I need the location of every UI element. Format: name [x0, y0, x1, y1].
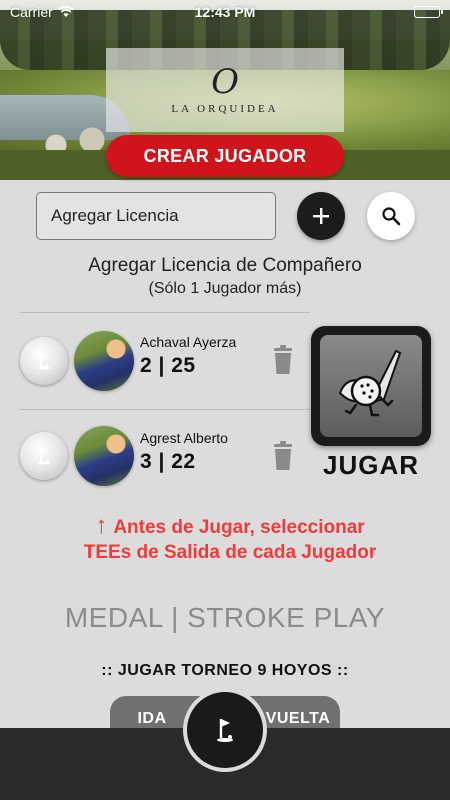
- play-button-face: [320, 335, 422, 437]
- search-button[interactable]: [367, 192, 415, 240]
- avatar: [74, 426, 134, 486]
- warning-line-1-text: Antes de Jugar, seleccionar: [113, 517, 365, 538]
- player-row: Achaval Ayerza 2 | 25: [20, 313, 310, 409]
- search-icon: [382, 207, 401, 226]
- club-logo: O LA ORQUIDEA: [106, 48, 344, 132]
- player-row: Agrest Alberto 3 | 22: [20, 410, 310, 506]
- ida-button-label: IDA: [137, 710, 167, 727]
- flag-icon: [38, 353, 50, 370]
- warning-line-1: ↑ Antes de Jugar, seleccionar: [30, 513, 430, 540]
- player-handicap: 3 | 22: [140, 450, 196, 473]
- plus-icon: [313, 208, 329, 224]
- play-label: JUGAR: [322, 450, 419, 480]
- status-time: 12:43 PM: [194, 4, 256, 20]
- warning-line-2: TEEs de Salida de cada Jugador: [83, 542, 377, 563]
- create-player-button[interactable]: CREAR JUGADOR: [106, 135, 344, 177]
- tee-warning: ↑ Antes de Jugar, seleccionar TEEs de Sal…: [30, 513, 430, 565]
- home-tab-button[interactable]: [187, 692, 263, 768]
- tee-selector[interactable]: [20, 432, 68, 480]
- status-bar: Carrier 12:43 PM: [0, 0, 450, 24]
- game-mode[interactable]: MEDAL | STROKE PLAY: [0, 602, 450, 634]
- add-partner-subtitle: (Sólo 1 Jugador más): [148, 280, 302, 297]
- arrow-up-icon: ↑: [95, 512, 108, 539]
- tee-selector[interactable]: [20, 337, 68, 385]
- vuelta-button-label: VUELTA: [265, 710, 331, 727]
- player-name: Agrest Alberto: [140, 430, 228, 446]
- player-name: Achaval Ayerza: [140, 334, 237, 350]
- avatar: [74, 331, 134, 391]
- tournament-title: :: JUGAR TORNEO 9 HOYOS ::: [101, 662, 349, 679]
- flag-icon: [38, 448, 50, 465]
- play-button[interactable]: [311, 326, 431, 446]
- trash-icon[interactable]: [272, 441, 294, 471]
- battery-icon: [414, 6, 443, 18]
- player-handicap: 2 | 25: [140, 354, 196, 377]
- add-partner-title: Agregar Licencia de Compañero: [88, 255, 362, 276]
- golf-ball-club-icon: [338, 349, 402, 417]
- add-license-button[interactable]: [297, 192, 345, 240]
- license-input[interactable]: Agregar Licencia: [36, 192, 276, 240]
- flag-icon: [217, 719, 233, 742]
- trash-icon[interactable]: [272, 345, 294, 375]
- logo-text: LA ORQUIDEA: [171, 103, 279, 115]
- logo-mark: O: [211, 62, 239, 102]
